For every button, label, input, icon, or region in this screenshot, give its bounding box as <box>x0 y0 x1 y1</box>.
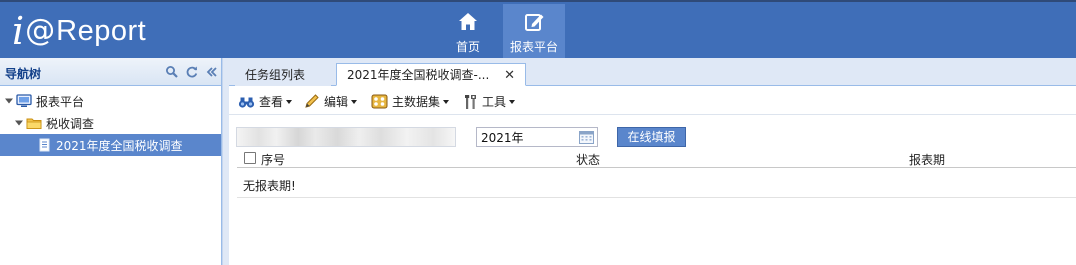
home-icon <box>459 13 477 30</box>
column-header-status[interactable]: 状态 <box>576 151 600 168</box>
nav-home-label: 首页 <box>455 40 480 54</box>
calendar-icon[interactable] <box>579 130 594 144</box>
tab-label: 任务组列表 <box>245 68 306 82</box>
edit-menu-button[interactable]: 编辑 <box>304 93 358 110</box>
document-icon <box>39 138 50 152</box>
monitor-icon <box>16 94 32 107</box>
view-label: 查看 <box>259 95 284 109</box>
binoculars-icon <box>238 97 255 108</box>
nav-report-platform-label: 报表平台 <box>509 40 558 54</box>
search-icon[interactable] <box>165 65 179 79</box>
master-data-label: 主数据集 <box>392 95 441 109</box>
tab-label: 2021年度全国税收调查-... <box>347 68 490 82</box>
tools-menu-button[interactable]: 工具 <box>464 93 516 110</box>
top-header: i @ Report 首页 报表平台 <box>0 0 1076 60</box>
tree-item-label: 税收调查 <box>46 116 95 131</box>
master-data-menu-button[interactable]: 主数据集 <box>371 93 450 110</box>
navigation-tree-header: 导航树 <box>0 58 221 86</box>
grid-header: 序号 状态 报表期 <box>237 148 1076 168</box>
nav-report-platform-button[interactable]: 报表平台 <box>503 4 565 60</box>
expand-arrow-icon[interactable] <box>14 118 24 128</box>
refresh-icon[interactable] <box>185 65 199 79</box>
pencil-icon <box>305 94 319 108</box>
tab-task-group-list[interactable]: 任务组列表 <box>235 63 331 86</box>
empty-message: 无报表期! <box>243 179 296 193</box>
column-header-report-period[interactable]: 报表期 <box>909 151 945 168</box>
dropdown-caret-icon <box>351 99 358 104</box>
tools-icon <box>465 94 476 109</box>
navigation-tree-title: 导航树 <box>5 67 42 81</box>
logo-letter-i: i <box>12 9 25 53</box>
folder-icon <box>26 118 42 129</box>
dropdown-caret-icon <box>443 99 450 104</box>
tab-2021-national-tax-survey[interactable]: 2021年度全国税收调查-... ✕ <box>336 63 526 86</box>
tree-item-label: 2021年度全国税收调查 <box>56 138 183 153</box>
tools-label: 工具 <box>482 95 507 109</box>
tree-item-tax-survey[interactable]: 税收调查 <box>0 112 221 134</box>
fill-online-button[interactable]: 在线填报 <box>617 127 686 147</box>
edit-report-icon <box>525 14 544 31</box>
column-header-index[interactable]: 序号 <box>261 151 285 168</box>
tree-item-report-platform[interactable]: 报表平台 <box>0 90 221 112</box>
edit-label: 编辑 <box>324 95 349 109</box>
tree-item-2021-national-tax-survey[interactable]: 2021年度全国税收调查 <box>0 134 221 156</box>
logo-at: @ <box>25 13 56 48</box>
close-icon[interactable]: ✕ <box>504 68 515 83</box>
dropdown-caret-icon <box>286 99 293 104</box>
collapse-icon[interactable] <box>205 65 219 79</box>
select-all-checkbox[interactable] <box>244 152 256 164</box>
expand-arrow-icon[interactable] <box>4 96 14 106</box>
main-toolbar: 查看 编辑 主数据集 工具 <box>229 87 1076 115</box>
database-icon <box>371 94 388 109</box>
nav-home-button[interactable]: 首页 <box>437 4 499 60</box>
panel-splitter[interactable] <box>222 58 229 265</box>
tab-strip: 任务组列表 2021年度全国税收调查-... ✕ <box>229 58 1076 86</box>
redacted-field <box>236 127 456 147</box>
dropdown-caret-icon <box>509 99 516 104</box>
tree-item-label: 报表平台 <box>36 94 85 109</box>
grid-empty-row: 无报表期! <box>237 169 1076 198</box>
app-logo: i @ Report <box>12 8 146 54</box>
navigation-tree-panel: 导航树 报表平台 税收调查 2021年度全国税收调查 <box>0 58 222 265</box>
view-menu-button[interactable]: 查看 <box>238 93 293 110</box>
logo-text: Report <box>56 14 147 47</box>
